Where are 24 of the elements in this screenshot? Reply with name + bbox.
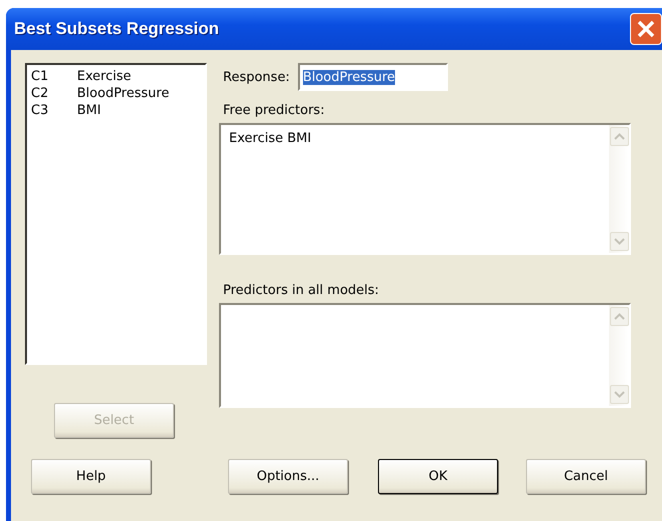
predictors-field[interactable] bbox=[219, 303, 631, 408]
response-field[interactable]: BloodPressure bbox=[298, 63, 448, 91]
dialog-button[interactable]: Help bbox=[31, 459, 151, 494]
column-name[interactable]: BloodPressure bbox=[77, 85, 170, 102]
response-label: Response: bbox=[223, 70, 290, 84]
free-predictors-value: Exercise BMI bbox=[229, 131, 312, 146]
free-predictors-field[interactable]: Exercise BMI bbox=[219, 123, 631, 255]
column-id[interactable]: C2 bbox=[31, 85, 77, 102]
scroll-down-icon[interactable] bbox=[610, 385, 629, 404]
scroll-up-icon[interactable] bbox=[610, 127, 629, 146]
close-icon[interactable] bbox=[630, 13, 662, 45]
column-name[interactable]: BMI bbox=[77, 102, 101, 119]
column-id[interactable]: C3 bbox=[31, 102, 77, 119]
predictors-label: Predictors in all models: bbox=[223, 283, 380, 298]
dialog-button[interactable]: Cancel bbox=[526, 459, 646, 494]
column-name[interactable]: Exercise bbox=[77, 68, 132, 85]
window-title: Best Subsets Regression bbox=[14, 19, 220, 39]
column-id[interactable]: C1 bbox=[31, 68, 77, 85]
scroll-down-icon[interactable] bbox=[610, 232, 629, 251]
response-value: BloodPressure bbox=[302, 70, 396, 84]
free-predictors-label: Free predictors: bbox=[223, 103, 326, 118]
dialog-button[interactable]: Options... bbox=[228, 459, 348, 494]
scroll-up-icon[interactable] bbox=[610, 307, 629, 326]
dialog-button[interactable]: OK bbox=[378, 459, 498, 494]
